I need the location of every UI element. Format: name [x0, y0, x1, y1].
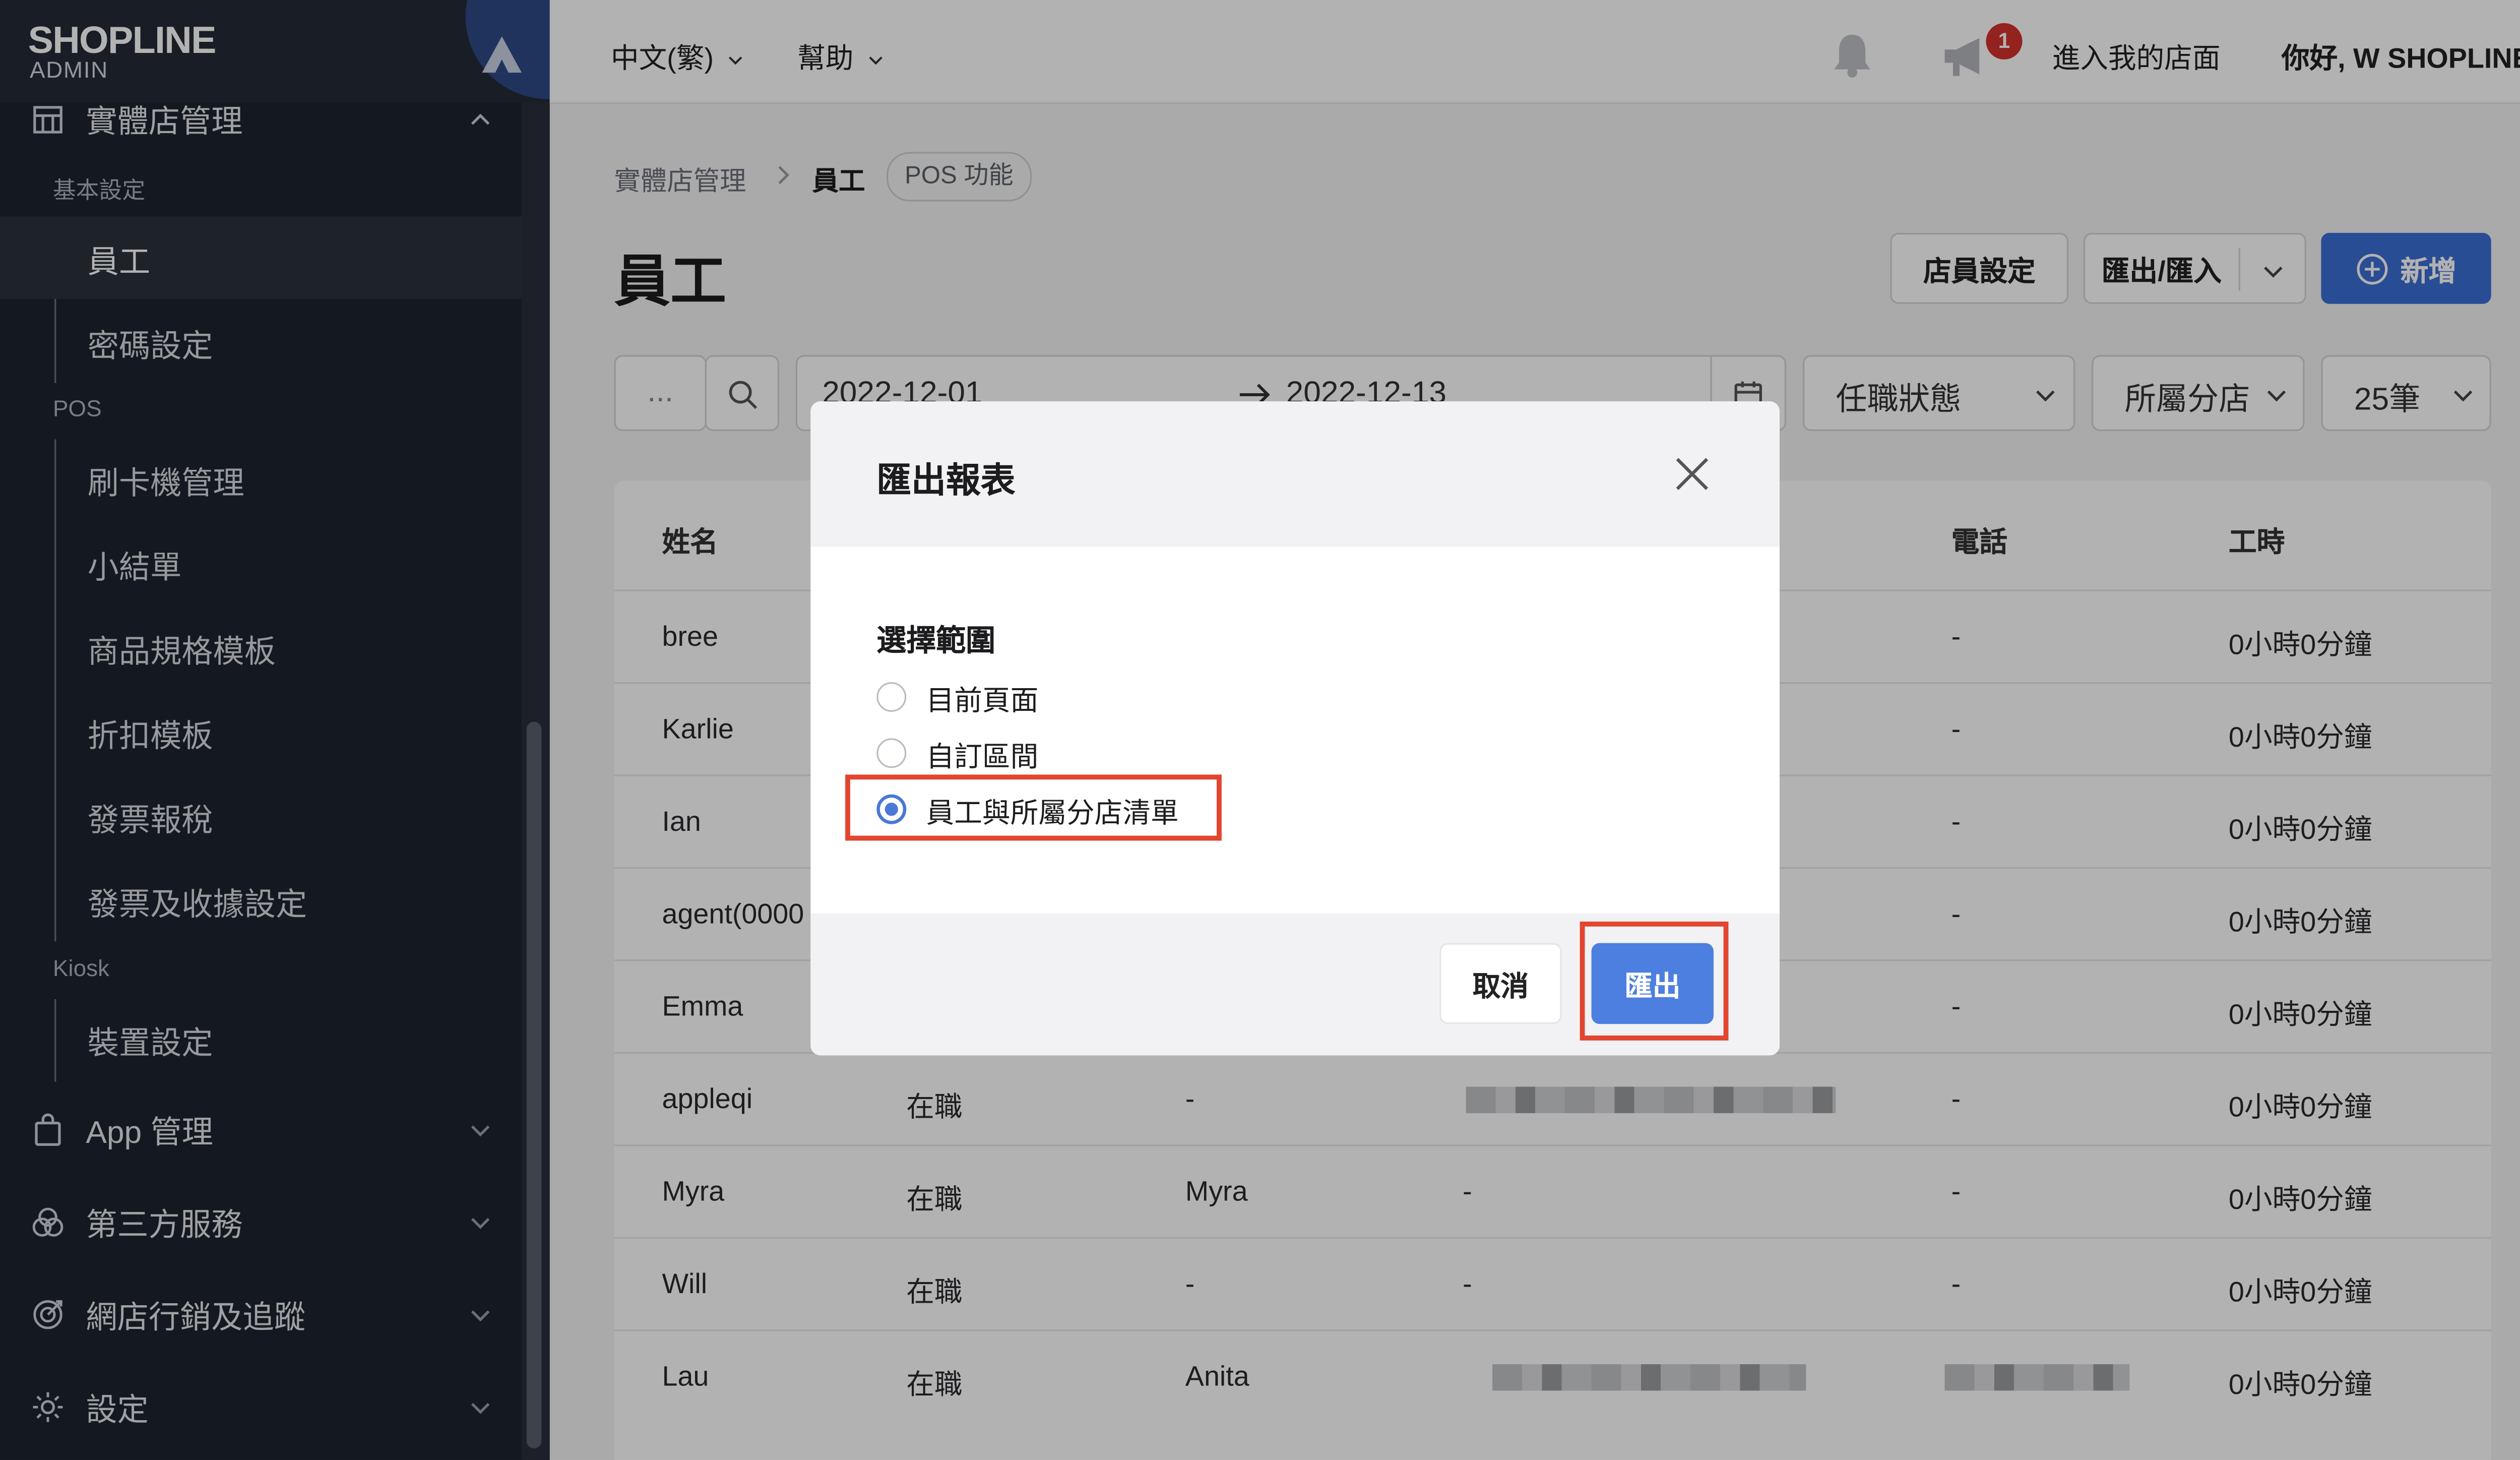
highlight-box [845, 774, 1222, 841]
range-label: 選擇範圍 [876, 624, 996, 657]
cancel-button[interactable]: 取消 [1439, 943, 1562, 1024]
modal-title: 匯出報表 [876, 462, 1016, 501]
export-report-modal: 匯出報表 選擇範圍 目前頁面 自訂區間 員工與所屬分店清單 取消 匯出 [810, 401, 1780, 1056]
option-label: 自訂區間 [926, 741, 1039, 772]
close-icon[interactable] [1674, 456, 1710, 492]
option-current-page[interactable]: 目前頁面 [876, 677, 1038, 717]
radio-custom-range[interactable] [876, 738, 907, 768]
option-custom-range[interactable]: 自訂區間 [876, 734, 1038, 773]
radio-current-page[interactable] [876, 682, 907, 712]
option-label: 目前頁面 [926, 684, 1039, 716]
highlight-box [1580, 922, 1729, 1041]
